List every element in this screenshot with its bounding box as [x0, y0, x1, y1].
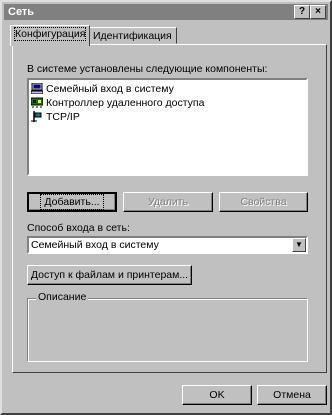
- list-item-label: TCP/IP: [46, 111, 80, 123]
- tab-identification-label: Идентификация: [93, 30, 172, 42]
- add-button[interactable]: Добавить...: [27, 192, 117, 212]
- description-label: Описание: [36, 291, 89, 303]
- list-item-label: Контроллер удаленного доступа: [46, 97, 205, 109]
- properties-button[interactable]: Свойства: [219, 192, 308, 212]
- description-group: Описание: [27, 291, 308, 362]
- window-title: Сеть: [8, 6, 35, 18]
- logon-label: Способ входа в сеть:: [27, 222, 130, 234]
- help-button[interactable]: ?: [294, 5, 310, 19]
- tab-configuration[interactable]: Конфигурация: [10, 25, 91, 46]
- logon-select-value: Семейный вход в систему: [31, 239, 159, 251]
- file-print-sharing-button[interactable]: Доступ к файлам и принтерам...: [27, 265, 192, 285]
- remove-button[interactable]: Удалить: [123, 192, 213, 212]
- close-button[interactable]: ×: [310, 5, 326, 19]
- tab-identification[interactable]: Идентификация: [88, 27, 177, 44]
- chevron-down-icon[interactable]: ▼: [292, 238, 306, 252]
- ok-button[interactable]: OK: [182, 385, 252, 405]
- computer-icon: [31, 83, 43, 94]
- logon-select[interactable]: Семейный вход в систему ▼: [27, 236, 308, 254]
- title-bar[interactable]: Сеть ? ×: [4, 4, 328, 20]
- protocol-icon: [31, 111, 42, 122]
- components-list[interactable]: Семейный вход в систему Контроллер удале…: [27, 78, 308, 176]
- list-item-label: Семейный вход в систему: [46, 83, 174, 95]
- tab-configuration-label: Конфигурация: [13, 27, 87, 41]
- cancel-button[interactable]: Отмена: [257, 385, 327, 405]
- components-heading: В системе установлены следующие компонен…: [27, 63, 268, 75]
- network-dialog: Сеть ? × Конфигурация Идентификация В си…: [0, 0, 332, 415]
- add-button-label: Добавить...: [40, 194, 104, 210]
- network-adapter-icon: [31, 97, 43, 108]
